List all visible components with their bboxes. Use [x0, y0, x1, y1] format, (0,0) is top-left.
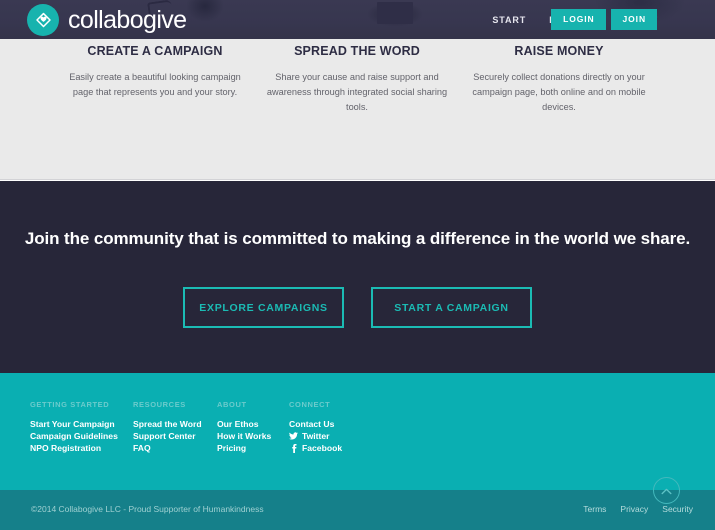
join-button[interactable]: JOIN [610, 9, 657, 30]
bottom-bar: ©2014 Collabogive LLC - Proud Supporter … [0, 490, 715, 530]
footer-link-label: Facebook [302, 443, 343, 454]
footer-link-contact-us[interactable]: Contact Us [289, 418, 414, 430]
facebook-icon [289, 444, 298, 453]
footer-link-twitter[interactable]: Twitter [289, 430, 414, 442]
site-header: collabogive START EXPLORE ABOUT LOGIN JO… [0, 0, 715, 39]
twitter-icon [289, 432, 298, 440]
cta-headline: Join the community that is committed to … [24, 229, 691, 248]
feature-spread-word: SPREAD THE WORD Share your cause and rai… [256, 44, 458, 116]
site-logo[interactable]: collabogive [27, 4, 187, 36]
feature-title: SPREAD THE WORD [294, 44, 420, 58]
landing-page: collabogive START EXPLORE ABOUT LOGIN JO… [0, 0, 715, 530]
chevron-up-icon [661, 483, 672, 498]
feature-title: RAISE MONEY [514, 44, 604, 58]
footer-link-our-ethos[interactable]: Our Ethos [217, 418, 289, 430]
feature-title: CREATE A CAMPAIGN [87, 44, 223, 58]
footer-link-npo-registration[interactable]: NPO Registration [30, 442, 133, 454]
footer-link-how-it-works[interactable]: How it Works [217, 430, 289, 442]
footer-column-getting-started: GETTING STARTED Start Your Campaign Camp… [30, 400, 133, 455]
feature-raise-money: RAISE MONEY Securely collect donations d… [458, 44, 660, 116]
footer-column-heading: RESOURCES [133, 400, 186, 409]
footer-link-pricing[interactable]: Pricing [217, 442, 289, 454]
footer-link-facebook[interactable]: Facebook [289, 442, 414, 454]
nav-item-start[interactable]: START [492, 15, 526, 25]
features-section: CREATE A CAMPAIGN Easily create a beauti… [0, 39, 715, 180]
cta-buttons: EXPLORE CAMPAIGNS START A CAMPAIGN [0, 287, 715, 328]
footer-link-support-center[interactable]: Support Center [133, 430, 217, 442]
footer-column-heading: ABOUT [217, 400, 247, 409]
logo-text: collabogive [68, 5, 187, 34]
site-footer: GETTING STARTED Start Your Campaign Camp… [0, 373, 715, 490]
footer-link-start-your-campaign[interactable]: Start Your Campaign [30, 418, 133, 430]
footer-column-about: ABOUT Our Ethos How it Works Pricing [217, 400, 289, 455]
footer-column-connect: CONNECT Contact Us Twitter Facebook [289, 400, 414, 455]
footer-link-label: Twitter [302, 431, 330, 442]
heart-diamond-icon [27, 4, 59, 36]
footer-column-heading: CONNECT [289, 400, 331, 409]
feature-description: Share your cause and raise support and a… [266, 72, 448, 113]
feature-description: Easily create a beautiful looking campai… [69, 72, 241, 98]
footer-link-faq[interactable]: FAQ [133, 442, 217, 454]
scroll-to-top-button[interactable] [653, 477, 680, 504]
feature-create-campaign: CREATE A CAMPAIGN Easily create a beauti… [54, 44, 256, 116]
legal-link-security[interactable]: Security [662, 504, 693, 514]
legal-link-terms[interactable]: Terms [583, 504, 606, 514]
footer-column-resources: RESOURCES Spread the Word Support Center… [133, 400, 217, 455]
login-button[interactable]: LOGIN [551, 9, 606, 30]
legal-link-privacy[interactable]: Privacy [620, 504, 648, 514]
header-action-buttons: LOGIN JOIN [551, 9, 657, 30]
footer-link-campaign-guidelines[interactable]: Campaign Guidelines [30, 430, 133, 442]
start-campaign-button[interactable]: START A CAMPAIGN [371, 287, 532, 328]
explore-campaigns-button[interactable]: EXPLORE CAMPAIGNS [183, 287, 344, 328]
feature-description: Securely collect donations directly on y… [472, 72, 646, 113]
cta-section: Join the community that is committed to … [0, 181, 715, 373]
footer-column-heading: GETTING STARTED [30, 400, 110, 409]
legal-links: Terms Privacy Security [583, 504, 693, 514]
copyright-text: ©2014 Collabogive LLC - Proud Supporter … [31, 504, 264, 514]
footer-link-spread-the-word[interactable]: Spread the Word [133, 418, 217, 430]
